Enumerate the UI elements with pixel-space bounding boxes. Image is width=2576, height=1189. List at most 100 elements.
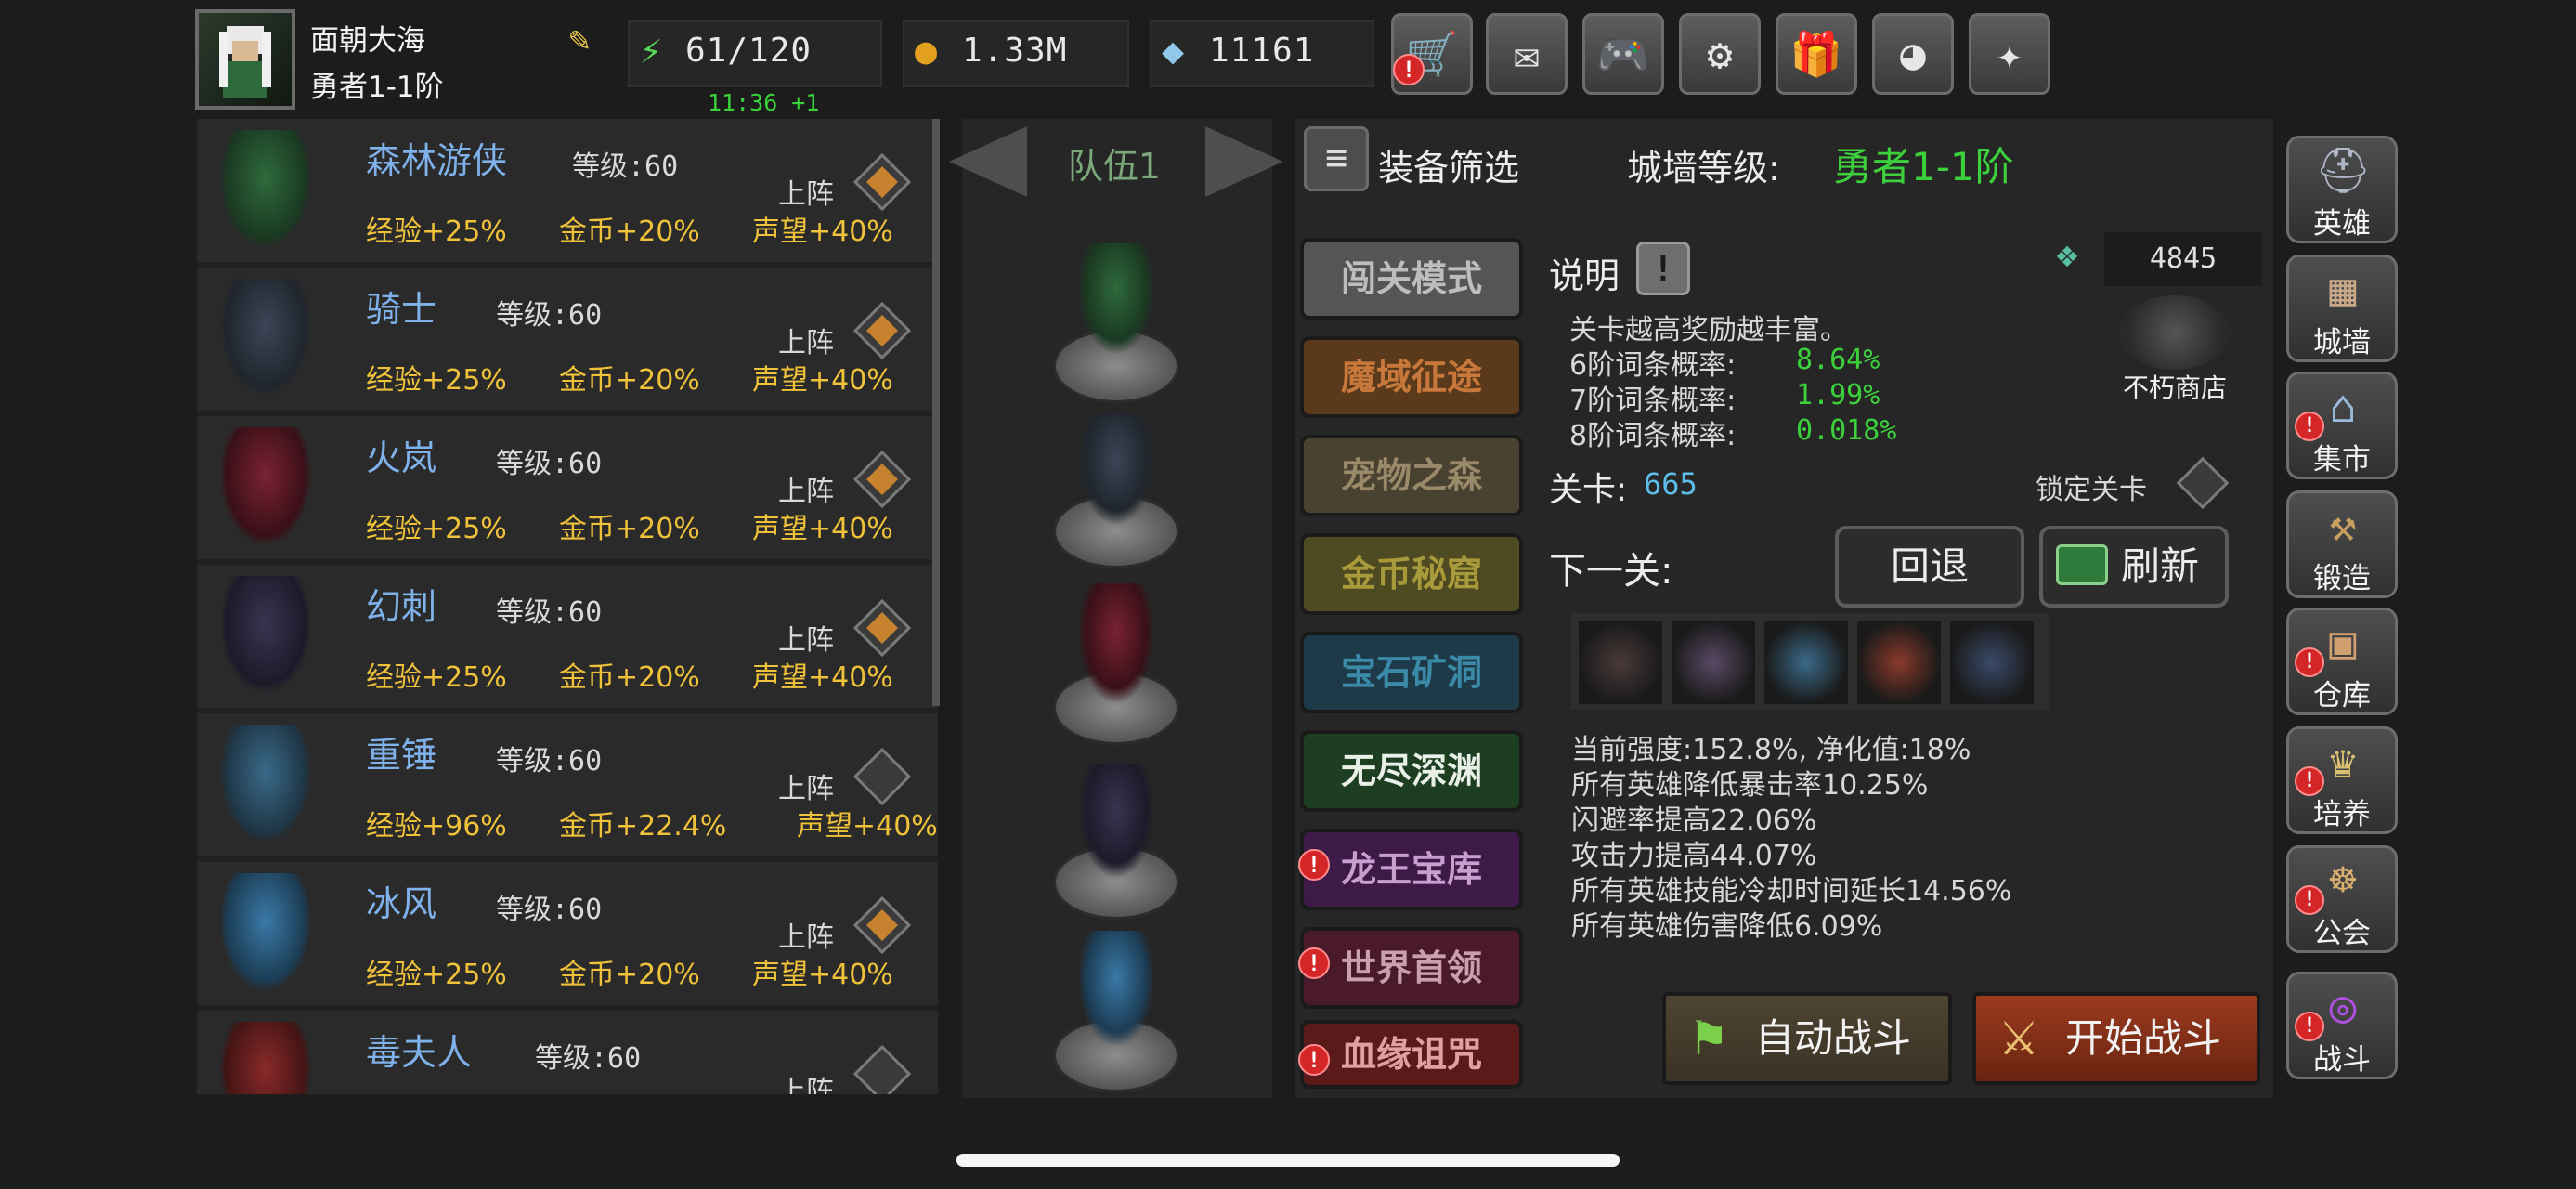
crossed-swords-icon: ⚔ — [1997, 1012, 2040, 1065]
lock-stage-label: 锁定关卡 — [2036, 474, 2147, 506]
hero-list[interactable]: 森林游侠 等级:60 上阵 经验+25% 金币+20% 声望+40% 骑士 等级… — [197, 119, 938, 1094]
energy-bolt-icon: ⚡ — [639, 30, 663, 72]
deploy-toggle[interactable] — [852, 747, 912, 806]
hero-exp-bonus: 经验+25% — [366, 513, 507, 545]
alert-badge: ! — [2295, 766, 2324, 796]
equipment-filter-label[interactable]: 装备筛选 — [1378, 139, 1519, 190]
hero-row-ice-wind[interactable]: 冰风 等级:60 上阵 经验+25% 金币+20% 声望+40% — [197, 862, 938, 1005]
mode-button-endless-abyss[interactable]: 无尽深渊 — [1300, 730, 1523, 812]
nav-battle[interactable]: ◎ 战斗 ! — [2286, 972, 2398, 1079]
hero-level: 等级:60 — [496, 448, 603, 480]
deploy-toggle[interactable] — [852, 1044, 912, 1094]
mode-button-gold-cave[interactable]: 金币秘窟 — [1300, 533, 1523, 615]
mode-button-blood-curse[interactable]: 血缘诅咒 — [1300, 1020, 1523, 1089]
nav-label: 集市 — [2313, 443, 2371, 477]
alert-badge: ! — [1298, 849, 1330, 881]
info-icon[interactable]: ! — [1636, 242, 1690, 295]
fireworks-button[interactable]: ✦ — [1969, 13, 2050, 95]
start-battle-label: 开始战斗 — [2065, 1015, 2222, 1061]
samurai-enemy-icon — [1857, 621, 1941, 704]
hero-level: 等级:60 — [535, 1042, 642, 1075]
menu-icon: ≡ — [1324, 137, 1348, 179]
retreat-button[interactable]: 回退 — [1835, 526, 2024, 608]
nav-label: 英雄 — [2313, 207, 2371, 241]
hero-deploy-label: 上阵 — [778, 1076, 834, 1094]
deploy-toggle[interactable] — [852, 450, 912, 509]
mode-button-dragon-vault[interactable]: 龙王宝库 — [1300, 829, 1523, 910]
hero-gold-bonus: 金币+20% — [559, 364, 700, 397]
enemy-preview-strip — [1571, 613, 2049, 710]
hero-row-phantom[interactable]: 幻刺 等级:60 上阵 经验+25% 金币+20% 声望+40% — [197, 565, 938, 708]
hero-row-knight[interactable]: 骑士 等级:60 上阵 经验+25% 金币+20% 声望+40% — [197, 268, 938, 411]
hero-row-hammer[interactable]: 重锤 等级:60 上阵 经验+96% 金币+22.4% 声望+40% — [197, 713, 938, 856]
deploy-toggle[interactable] — [852, 598, 912, 658]
team-hero-sprite-icon — [1077, 931, 1155, 1048]
spirit-gem-value: 4845 — [2104, 232, 2262, 286]
deploy-toggle[interactable] — [852, 152, 912, 212]
wall-level-value: 勇者1-1阶 — [1833, 144, 2014, 189]
hero-name: 森林游侠 — [366, 140, 508, 181]
settings-button[interactable]: ⚙ — [1679, 13, 1761, 95]
hero-row-forest-ranger[interactable]: 森林游侠 等级:60 上阵 经验+25% 金币+20% 声望+40% — [197, 119, 938, 262]
video-ad-icon — [2056, 544, 2108, 585]
prob-value-7: 1.99% — [1796, 379, 1880, 412]
wall-level-label: 城墙等级: — [1627, 148, 1780, 189]
nav-wall[interactable]: ▦ 城墙 — [2286, 255, 2398, 362]
energy-timer: 11:36 +1 — [708, 89, 820, 116]
mode-button-pet-forest[interactable]: 宠物之森 — [1300, 435, 1523, 516]
hero-sprite-icon — [219, 576, 312, 695]
gem-value: 11161 — [1209, 32, 1315, 70]
hero-deploy-label: 上阵 — [778, 327, 834, 359]
edit-icon[interactable]: ✎ — [559, 19, 600, 59]
alert-badge: ! — [1298, 947, 1330, 979]
home-indicator[interactable] — [956, 1154, 1620, 1167]
mode-button-gem-mine[interactable]: 宝石矿洞 — [1300, 632, 1523, 713]
deploy-toggle[interactable] — [852, 301, 912, 360]
hero-sprite-icon — [219, 1022, 312, 1094]
hero-row-poison-lady[interactable]: 毒夫人 等级:60 上阵 — [197, 1011, 938, 1094]
nav-market[interactable]: ⌂ 集市 ! — [2286, 372, 2398, 479]
mode-button-demon-realm[interactable]: 魔域征途 — [1300, 336, 1523, 418]
auto-battle-button[interactable]: ⚑ 自动战斗 — [1662, 992, 1952, 1085]
team-hero-sprite-icon — [1077, 764, 1155, 879]
nav-forge[interactable]: ⚒ 锻造 — [2286, 490, 2398, 598]
color-wheel-button[interactable]: ◕ — [1872, 13, 1954, 95]
nav-label: 培养 — [2313, 798, 2371, 831]
nav-guild[interactable]: ☸ 公会 ! — [2286, 845, 2398, 953]
gift-button[interactable]: 🎁 — [1776, 13, 1857, 95]
mail-button[interactable]: ✉ — [1486, 13, 1568, 95]
hero-row-fire-storm[interactable]: 火岚 等级:60 上阵 经验+25% 金币+20% 声望+40% — [197, 416, 938, 559]
mode-button-challenge[interactable]: 闯关模式 — [1300, 238, 1523, 320]
hero-rep-bonus: 声望+40% — [752, 513, 893, 545]
hero-level: 等级:60 — [496, 596, 603, 629]
hero-deploy-label: 上阵 — [778, 773, 834, 805]
hero-gold-bonus: 金币+20% — [559, 959, 700, 991]
gamepad-icon: 🎮 — [1596, 29, 1650, 79]
deploy-toggle[interactable] — [852, 895, 912, 955]
mode-button-world-boss[interactable]: 世界首领 — [1300, 927, 1523, 1009]
gold-coin-icon: ● — [914, 30, 938, 72]
nav-label: 公会 — [2313, 917, 2371, 950]
immortal-shop-label[interactable]: 不朽商店 — [2119, 368, 2231, 405]
hero-rep-bonus: 声望+40% — [752, 959, 893, 991]
nav-label: 仓库 — [2313, 679, 2371, 712]
nav-training[interactable]: ♛ 培养 ! — [2286, 726, 2398, 834]
effect-line: 所有英雄伤害降低6.09% — [1571, 910, 1883, 943]
refresh-button[interactable]: 刷新 — [2039, 526, 2229, 608]
hero-name: 幻刺 — [366, 586, 437, 627]
spider-enemy-icon — [1579, 621, 1662, 704]
nav-warehouse[interactable]: ▣ 仓库 ! — [2286, 608, 2398, 715]
team-label: 队伍1 — [1067, 146, 1162, 187]
color-wheel-icon: ◕ — [1900, 29, 1926, 79]
equipment-filter-button[interactable]: ≡ — [1304, 126, 1369, 191]
immortal-shop-icon[interactable] — [2119, 295, 2231, 370]
hero-sprite-icon — [219, 725, 312, 843]
start-battle-button[interactable]: ⚔ 开始战斗 — [1972, 992, 2260, 1085]
hero-gold-bonus: 金币+20% — [559, 216, 700, 248]
nav-hero[interactable]: ⛑ 英雄 — [2286, 136, 2398, 243]
player-avatar[interactable] — [195, 9, 295, 110]
gamepad-button[interactable]: 🎮 — [1582, 13, 1664, 95]
team-hero-sprite-icon — [1077, 243, 1155, 355]
hero-list-scrollbar[interactable] — [932, 119, 940, 706]
settings-gear-icon: ⚙ — [1707, 29, 1733, 79]
